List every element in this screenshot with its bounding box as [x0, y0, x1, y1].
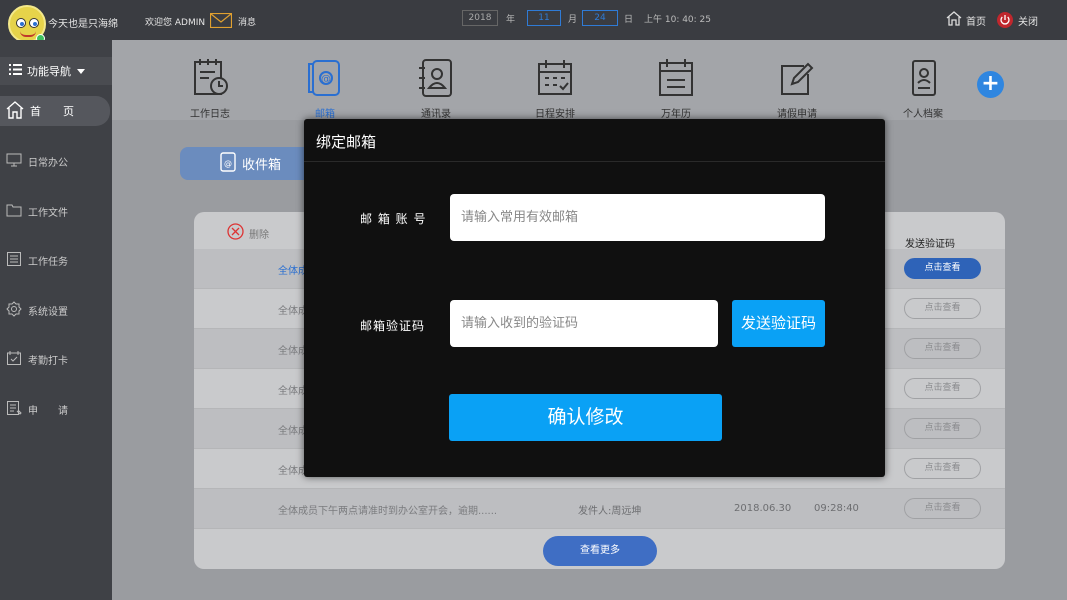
sidebar-item-system-settings[interactable]: 系统设置 — [0, 301, 112, 320]
username: 今天也是只海绵 — [48, 19, 118, 30]
welcome-text: 欢迎您 ADMIN — [145, 18, 206, 28]
day-field[interactable]: 24 — [582, 10, 618, 26]
mail-sender: 发件人:周远坤 — [578, 506, 642, 517]
tool-label: 工作日志 — [190, 109, 230, 120]
tool-schedule[interactable]: 日程安排 — [515, 58, 595, 120]
tab-inbox[interactable]: @ 收件箱 — [180, 147, 310, 180]
month-field[interactable]: 11 — [527, 10, 561, 26]
confirm-button[interactable]: 确认修改 — [449, 394, 722, 441]
clock-time: 上午 10: 40: 25 — [644, 15, 712, 25]
contacts-icon — [396, 58, 476, 98]
mailbox-icon: @ — [285, 58, 365, 98]
view-button[interactable]: 点击查看 — [904, 458, 981, 479]
sidebar-item-attendance[interactable]: 考勤打卡 — [0, 350, 112, 369]
sidebar-item-label: 工作文件 — [28, 208, 68, 219]
add-tool-button[interactable]: + — [977, 71, 1004, 98]
close-circle-icon — [227, 223, 244, 243]
home-icon — [6, 100, 24, 122]
schedule-icon — [515, 58, 595, 98]
email-input[interactable] — [450, 194, 825, 241]
view-button[interactable]: 点击查看 — [904, 418, 981, 439]
day-unit: 日 — [624, 15, 634, 25]
messages-link[interactable]: 消息 — [238, 15, 256, 28]
power-icon[interactable] — [997, 12, 1013, 28]
tool-contacts[interactable]: 通讯录 — [396, 58, 476, 120]
sidebar-item-label: 申 请 — [28, 406, 68, 417]
view-button[interactable]: 点击查看 — [904, 338, 981, 359]
sidebar-item-work-files[interactable]: 工作文件 — [0, 202, 112, 221]
view-button[interactable]: 点击查看 — [904, 378, 981, 399]
table-row[interactable]: 全体成员下午两点请准时到办公室开会，逾期...... 发件人:周远坤 2018.… — [194, 489, 1005, 529]
leave-edit-icon — [757, 58, 837, 98]
mail-date: 2018.06.30 — [734, 503, 792, 514]
view-button[interactable]: 点击查看 — [904, 498, 981, 519]
code-label: 邮箱验证码 — [360, 319, 426, 333]
tool-mailbox[interactable]: @ 邮箱 — [285, 58, 365, 120]
delete-label: 删除 — [249, 229, 269, 241]
delete-button[interactable]: 删除 — [227, 223, 269, 243]
mail-time: 09:28:40 — [814, 503, 859, 514]
sidebar-item-label: 工作任务 — [28, 257, 68, 268]
gear-icon — [0, 301, 28, 320]
profile-icon — [883, 58, 963, 98]
calendar-check-icon — [0, 350, 28, 369]
tool-leave-request[interactable]: 请假申请 — [757, 58, 837, 120]
menu-icon — [9, 64, 22, 78]
home-link[interactable]: 首页 — [966, 13, 986, 28]
sidebar-item-label: 首 页 — [30, 105, 74, 118]
tool-label: 个人档案 — [903, 109, 943, 120]
tool-label: 万年历 — [661, 109, 691, 120]
tool-label: 日程安排 — [535, 109, 575, 120]
mailbox-icon: @ — [218, 151, 236, 176]
tool-perpetual-calendar[interactable]: 万年历 — [636, 58, 716, 120]
folder-icon — [0, 202, 28, 221]
chevron-down-icon — [77, 65, 85, 78]
send-code-button[interactable]: 发送验证码 — [732, 300, 825, 347]
tool-label: 邮箱 — [315, 109, 335, 120]
function-nav-label: 功能导航 — [27, 65, 71, 78]
sidebar-item-label: 日常办公 — [28, 158, 68, 169]
view-button[interactable]: 点击查看 — [904, 298, 981, 319]
year-field[interactable]: 2018 — [462, 10, 498, 26]
monitor-icon — [0, 152, 28, 171]
tool-label: 通讯录 — [421, 109, 451, 120]
tool-work-log[interactable]: 工作日志 — [170, 58, 250, 120]
sidebar-item-apply[interactable]: 申 请 — [0, 400, 112, 419]
code-input[interactable] — [450, 300, 718, 347]
sidebar-item-work-tasks[interactable]: 工作任务 — [0, 251, 112, 270]
tab-label: 收件箱 — [242, 158, 282, 173]
work-log-icon — [170, 58, 250, 98]
email-label: 邮 箱 账 号 — [360, 212, 427, 226]
svg-text:@: @ — [321, 74, 331, 85]
top-bar: 今天也是只海绵 欢迎您 ADMIN 消息 2018 年 11 月 24 日 上午… — [0, 0, 1067, 43]
envelope-icon[interactable] — [209, 12, 233, 31]
sidebar-item-label: 系统设置 — [28, 307, 68, 318]
tool-label: 请假申请 — [777, 109, 817, 120]
sidebar-item-home[interactable]: 首 页 — [0, 96, 110, 126]
column-header-code: 发送验证码 — [905, 239, 955, 250]
view-more-button[interactable]: 查看更多 — [543, 536, 657, 566]
tool-profile[interactable]: 个人档案 — [883, 58, 963, 120]
mail-title[interactable]: 全体成员下午两点请准时到办公室开会，逾期...... — [278, 502, 497, 517]
year-unit: 年 — [506, 15, 516, 25]
sidebar-item-label: 考勤打卡 — [28, 356, 68, 367]
function-nav-toggle[interactable]: 功能导航 — [0, 57, 112, 85]
view-button[interactable]: 点击查看 — [904, 258, 981, 279]
modal-divider — [304, 161, 885, 162]
calendar-icon — [636, 58, 716, 98]
list-icon — [0, 251, 28, 270]
form-icon — [0, 400, 28, 419]
home-icon[interactable] — [946, 11, 962, 29]
bind-email-modal: 绑定邮箱 邮 箱 账 号 邮箱验证码 发送验证码 确认修改 — [304, 119, 885, 477]
modal-title: 绑定邮箱 — [316, 133, 377, 151]
close-link[interactable]: 关闭 — [1018, 13, 1038, 28]
month-unit: 月 — [568, 15, 578, 25]
sidebar-item-daily-office[interactable]: 日常办公 — [0, 152, 112, 171]
svg-text:@: @ — [224, 159, 232, 168]
